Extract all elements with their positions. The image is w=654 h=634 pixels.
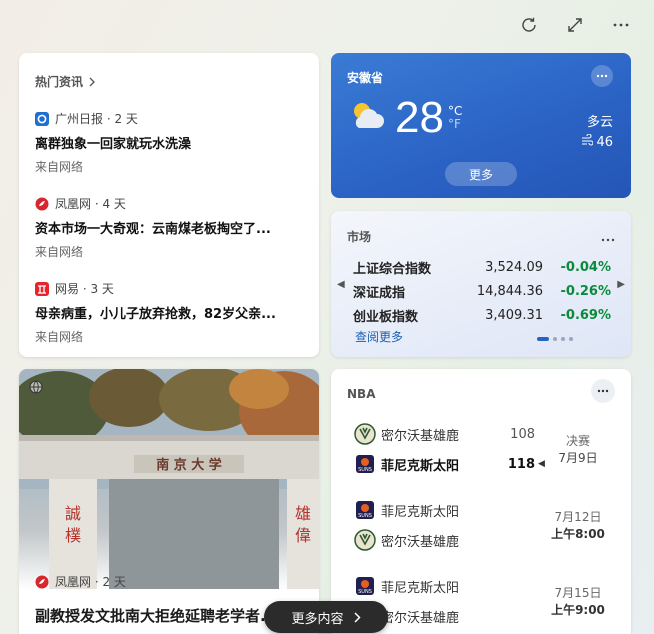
index-value: 3,409.31 — [485, 307, 543, 323]
index-value: 3,524.09 — [485, 259, 543, 275]
nba-more-icon[interactable] — [591, 379, 615, 403]
market-prev-icon[interactable]: ◀ — [337, 279, 345, 290]
top-toolbar — [518, 14, 632, 36]
weather-more-icon[interactable] — [591, 65, 613, 87]
more-content-button[interactable]: 更多内容 — [264, 601, 388, 633]
hot-news-title-label: 热门资讯 — [35, 75, 84, 89]
university-gate-image: 南 京 大 学 誠 樸 雄 偉 — [19, 369, 319, 589]
market-title: 市场 — [347, 230, 372, 244]
team-name: 密尔沃基雄鹿 — [381, 534, 460, 550]
market-table: 上证综合指数 3,524.09 -0.04% 深证成指 14,844.36 -0… — [353, 255, 611, 327]
team-name: 密尔沃基雄鹿 — [381, 428, 460, 444]
suns-logo-icon: SUNS — [353, 452, 377, 476]
index-change: -0.26% — [560, 283, 612, 299]
weather-more-button[interactable]: 更多 — [445, 162, 517, 186]
weather-condition: 多云 — [586, 115, 613, 130]
team-score: 118 — [507, 456, 535, 472]
game-time: 上午9:00 — [551, 602, 605, 617]
svg-text:SUNS: SUNS — [358, 513, 372, 519]
photo-news-source: 凤凰网 · 2 天 — [55, 575, 126, 589]
netease-logo-icon — [35, 281, 49, 296]
svg-text:SUNS: SUNS — [358, 467, 372, 473]
guangzhou-daily-logo-icon — [35, 111, 49, 126]
news-source: 广州日报 · 2 天 — [55, 112, 138, 126]
partly-cloudy-icon — [347, 98, 387, 138]
svg-text:SUNS: SUNS — [358, 589, 372, 595]
chevron-right-icon — [89, 77, 95, 86]
game-date: 7月15日 — [554, 586, 602, 600]
news-photo[interactable]: 南 京 大 学 誠 樸 雄 偉 — [19, 369, 319, 634]
air-quality-value: 46 — [596, 134, 613, 150]
index-change: -0.69% — [560, 307, 612, 323]
svg-text:雄: 雄 — [295, 504, 311, 523]
market-card: 市场 ◀ ▶ 上证综合指数 3,524.09 -0.04% 深证成指 14,84… — [331, 211, 631, 357]
team-name: 菲尼克斯太阳 — [381, 580, 460, 596]
nba-title: NBA — [347, 387, 376, 401]
market-more-icon[interactable] — [601, 227, 615, 246]
nba-card: NBA 密尔沃基雄鹿 108 SUNS 菲尼克斯太阳 118 ◀ 决赛 7月9日 — [331, 369, 631, 634]
team-score: 108 — [510, 426, 535, 442]
news-from: 来自网络 — [35, 245, 84, 259]
market-next-icon[interactable]: ▶ — [617, 279, 625, 290]
news-item[interactable]: 广州日报 · 2 天 离群独象一回家就玩水洗澡 来自网络 — [35, 110, 303, 175]
bucks-logo-icon — [353, 422, 377, 446]
market-row[interactable]: 上证综合指数 3,524.09 -0.04% — [353, 255, 611, 279]
news-from: 来自网络 — [35, 160, 84, 174]
expand-icon[interactable] — [564, 14, 586, 36]
news-headline[interactable]: 离群独象一回家就玩水洗澡 — [35, 133, 303, 152]
team-name: 菲尼克斯太阳 — [381, 458, 460, 474]
suns-logo-icon: SUNS — [353, 574, 377, 598]
game-date: 7月12日 — [554, 510, 602, 524]
news-item[interactable]: 网易 · 3 天 母亲病重，小儿子放弃抢救，82岁父亲... 来自网络 — [35, 280, 303, 345]
air-quality-icon — [581, 133, 594, 150]
svg-text:南 京 大 学: 南 京 大 学 — [156, 457, 222, 473]
chevron-right-icon — [353, 611, 361, 623]
index-name: 创业板指数 — [353, 309, 419, 325]
ifeng-logo-icon — [35, 575, 49, 589]
news-headline[interactable]: 资本市场一大奇观：云南煤老板掏空了... — [35, 218, 303, 237]
refresh-icon[interactable] — [518, 14, 540, 36]
ifeng-logo-icon — [35, 197, 49, 211]
news-item[interactable]: 凤凰网 · 4 天 资本市场一大奇观：云南煤老板掏空了... 来自网络 — [35, 195, 303, 260]
more-options-icon[interactable] — [610, 14, 632, 36]
weather-location: 安徽省 — [347, 71, 384, 85]
svg-text:偉: 偉 — [295, 526, 311, 545]
nba-game[interactable]: SUNS 菲尼克斯太阳 密尔沃基雄鹿 7月15日 上午9:00 — [353, 571, 613, 631]
game-date: 7月9日 — [558, 450, 598, 465]
suns-logo-icon: SUNS — [353, 498, 377, 522]
news-headline[interactable]: 母亲病重，小儿子放弃抢救，82岁父亲... — [35, 303, 303, 322]
weather-temperature: 28 — [395, 93, 444, 142]
unit-fahrenheit[interactable]: °F — [448, 117, 462, 131]
weather-card[interactable]: 安徽省 28 °C °F 多云 46 更多 — [331, 53, 631, 198]
market-see-more-link[interactable]: 查阅更多 — [355, 328, 403, 345]
svg-text:誠: 誠 — [65, 504, 81, 523]
game-status: 决赛 — [565, 434, 590, 448]
market-page-indicator[interactable] — [537, 337, 573, 341]
news-source: 凤凰网 · 4 天 — [55, 197, 126, 211]
nba-game[interactable]: 密尔沃基雄鹿 108 SUNS 菲尼克斯太阳 118 ◀ 决赛 7月9日 — [353, 419, 613, 479]
nba-game[interactable]: SUNS 菲尼克斯太阳 密尔沃基雄鹿 7月12日 上午8:00 — [353, 495, 613, 555]
photo-news-card[interactable]: 南 京 大 学 誠 樸 雄 偉 凤凰网 · 2 天 副教授发文批南大拒绝延聘老学… — [19, 369, 319, 634]
news-from: 来自网络 — [35, 330, 84, 344]
hot-news-title[interactable]: 热门资讯 — [35, 73, 303, 90]
hot-news-card: 热门资讯 广州日报 · 2 天 离群独象一回家就玩水洗澡 来自网络 凤凰网 · … — [19, 53, 319, 357]
svg-text:樸: 樸 — [65, 526, 81, 545]
team-name: 菲尼克斯太阳 — [381, 504, 460, 520]
news-source: 网易 · 3 天 — [55, 282, 114, 296]
market-row[interactable]: 深证成指 14,844.36 -0.26% — [353, 279, 611, 303]
index-name: 上证综合指数 — [353, 261, 432, 277]
bucks-logo-icon — [353, 528, 377, 552]
team-name: 密尔沃基雄鹿 — [381, 610, 460, 626]
game-time: 上午8:00 — [551, 526, 605, 541]
more-content-label: 更多内容 — [291, 611, 344, 627]
index-change: -0.04% — [560, 259, 612, 275]
index-value: 14,844.36 — [476, 283, 543, 299]
globe-icon — [29, 379, 43, 398]
market-row[interactable]: 创业板指数 3,409.31 -0.69% — [353, 303, 611, 327]
index-name: 深证成指 — [353, 285, 406, 301]
